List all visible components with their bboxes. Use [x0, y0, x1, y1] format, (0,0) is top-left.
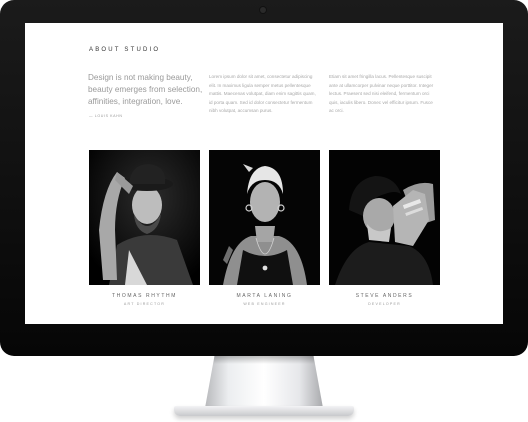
screen: ABOUT STUDIO Design is not making beauty…	[25, 23, 503, 324]
member-role: DEVELOPER	[368, 302, 401, 306]
stand-shadow	[213, 356, 315, 364]
team-photo[interactable]	[89, 150, 200, 285]
text-column-2: Etiam sit amet fringilla lacus. Pellente…	[329, 74, 434, 114]
intro-quote: Design is not making beauty, beauty emer…	[88, 73, 203, 107]
page-title: ABOUT STUDIO	[89, 47, 161, 53]
member-name: THOMAS RHYTHM	[112, 293, 177, 299]
team-card[interactable]: THOMAS RHYTHM ART DIRECTOR	[89, 150, 200, 306]
team-card[interactable]: STEVE ANDERS DEVELOPER	[329, 150, 440, 306]
team-card[interactable]: MARTA LANING WEB ENGINEER	[209, 150, 320, 306]
member-name: MARTA LANING	[236, 293, 293, 299]
member-role: WEB ENGINEER	[243, 302, 286, 306]
portrait-image	[89, 150, 200, 285]
monitor-bezel: ABOUT STUDIO Design is not making beauty…	[0, 0, 528, 356]
member-name: STEVE ANDERS	[355, 293, 414, 299]
portrait-image	[209, 150, 320, 285]
team-photo[interactable]	[329, 150, 440, 285]
text-column-1: Lorem ipsum dolor sit amet, consectetur …	[209, 74, 316, 114]
monitor-stand-base	[174, 406, 354, 416]
quote-author: — LOUIS KAHN	[89, 114, 123, 118]
camera-dot	[260, 7, 266, 13]
member-role: ART DIRECTOR	[123, 302, 166, 306]
portrait-image	[329, 150, 440, 285]
team-photo[interactable]	[209, 150, 320, 285]
